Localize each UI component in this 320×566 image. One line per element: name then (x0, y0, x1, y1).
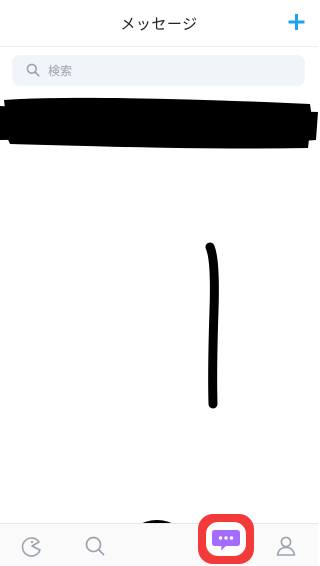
messages-tab-highlight (198, 514, 254, 564)
tab-profile[interactable] (262, 524, 310, 566)
search-input[interactable] (48, 55, 298, 86)
page-title: メッセージ (120, 15, 198, 33)
header: メッセージ (0, 0, 318, 47)
chat-bubble-icon (212, 530, 240, 551)
search-icon (26, 63, 40, 77)
tab-home[interactable] (8, 524, 56, 566)
tab-search[interactable] (71, 524, 119, 566)
messages-screen: メッセージ (0, 0, 318, 566)
person-icon (276, 536, 296, 556)
search-icon (85, 536, 105, 555)
tab-redacted[interactable] (126, 524, 174, 566)
plus-icon (288, 14, 305, 30)
tab-bar (0, 523, 318, 566)
home-icon (21, 536, 41, 557)
search-bar[interactable] (12, 55, 305, 86)
new-message-button[interactable] (283, 8, 309, 36)
tab-messages[interactable] (206, 522, 246, 556)
